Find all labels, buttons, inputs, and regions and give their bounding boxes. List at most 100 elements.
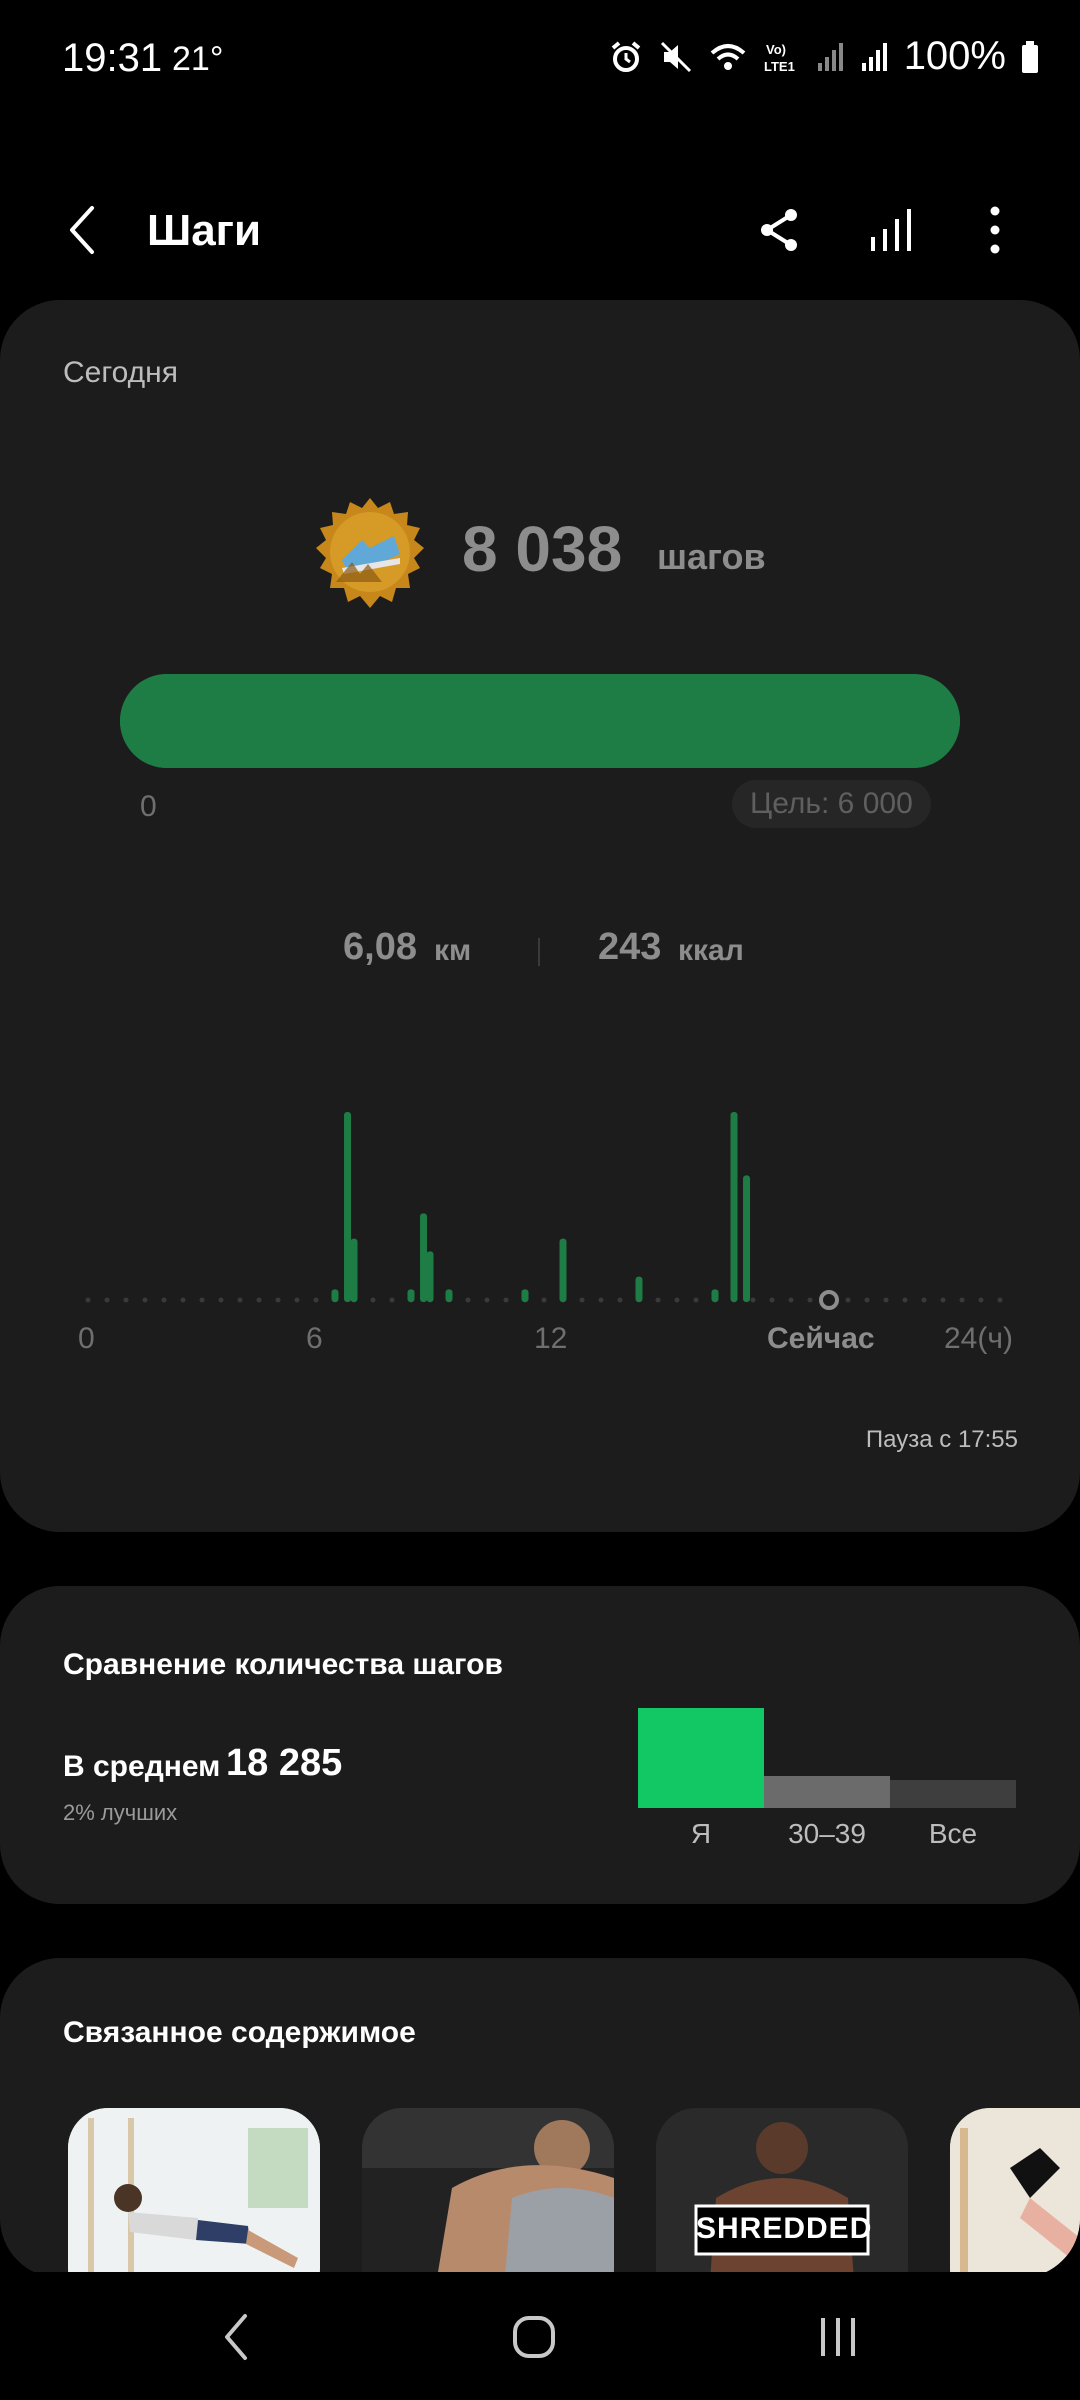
hourly-tick-label: 0 bbox=[78, 1322, 95, 1355]
mute-icon bbox=[660, 41, 691, 72]
baseline-dot bbox=[199, 1297, 205, 1303]
nav-back-icon bbox=[225, 2314, 247, 2360]
baseline-dot bbox=[237, 1297, 243, 1303]
shredded-image bbox=[656, 2108, 908, 2278]
baseline-dot bbox=[161, 1297, 167, 1303]
baseline-dot bbox=[104, 1297, 110, 1303]
hourly-steps-chart bbox=[0, 1080, 1080, 1340]
share-icon bbox=[761, 209, 797, 251]
hourly-bar bbox=[350, 1238, 358, 1302]
baseline-dot bbox=[123, 1297, 129, 1303]
baseline-dot bbox=[85, 1297, 91, 1303]
progress-start-label: 0 bbox=[140, 790, 157, 823]
nav-home-icon bbox=[513, 2316, 555, 2358]
hourly-bar bbox=[743, 1175, 751, 1302]
battery-percent: 100% bbox=[903, 34, 1006, 78]
volte-lte-icon: Vo) LTE1 bbox=[764, 42, 795, 74]
baseline-dot bbox=[180, 1297, 186, 1303]
baseline-dot bbox=[313, 1297, 319, 1303]
person-stretching-image bbox=[68, 2108, 320, 2278]
svg-text:Vo): Vo) bbox=[766, 42, 786, 57]
hourly-bar bbox=[730, 1112, 738, 1302]
baseline-dot bbox=[959, 1297, 965, 1303]
baseline-dot bbox=[541, 1297, 547, 1303]
baseline-dot bbox=[978, 1297, 984, 1303]
baseline-dot bbox=[256, 1297, 262, 1303]
calories-value: 243 bbox=[598, 926, 662, 968]
workout-thumbnail-2[interactable] bbox=[362, 2108, 614, 2278]
nav-home-button[interactable] bbox=[494, 2302, 574, 2372]
related-title: Связанное содержимое bbox=[63, 2016, 416, 2049]
steps-comparison-card[interactable]: Сравнение количества шагов В среднем 18 … bbox=[0, 1586, 1080, 1904]
baseline-dot bbox=[389, 1297, 395, 1303]
share-button[interactable] bbox=[740, 190, 820, 270]
baseline-dot bbox=[921, 1297, 927, 1303]
baseline-dot bbox=[693, 1297, 699, 1303]
signal-icon bbox=[861, 42, 887, 71]
status-time: 19:31 bbox=[62, 36, 163, 80]
baseline-dot bbox=[465, 1297, 471, 1303]
more-options-button[interactable] bbox=[955, 190, 1035, 270]
battery-icon bbox=[1022, 40, 1038, 73]
goal-label: Цель: 6 000 bbox=[732, 780, 931, 828]
hourly-bar bbox=[445, 1289, 453, 1302]
trends-button[interactable] bbox=[852, 190, 932, 270]
man-tank-top-image bbox=[362, 2108, 614, 2278]
nav-recents-icon bbox=[821, 2318, 855, 2356]
baseline-dot bbox=[997, 1297, 1003, 1303]
nav-recents-button[interactable] bbox=[798, 2302, 878, 2372]
hourly-bar bbox=[635, 1276, 643, 1302]
calories-unit: ккал bbox=[678, 934, 744, 967]
back-icon bbox=[70, 206, 94, 254]
related-content-card: Связанное содержимое SHREDDED bbox=[0, 1958, 1080, 2278]
distance-calories-row: 6,08 км 243 ккал bbox=[0, 920, 1080, 980]
hourly-bar bbox=[344, 1112, 352, 1302]
workout-thumbnail-1[interactable] bbox=[68, 2108, 320, 2278]
hourly-tick-label: 6 bbox=[306, 1322, 323, 1355]
app-header: Шаги bbox=[0, 170, 1080, 290]
hourly-bar bbox=[711, 1289, 719, 1302]
comparison-bar-label: Я bbox=[690, 1818, 712, 1849]
baseline-dot bbox=[218, 1297, 224, 1303]
person-legs-image bbox=[950, 2108, 1080, 2278]
status-temperature: 21° bbox=[172, 40, 224, 78]
nav-back-button[interactable] bbox=[196, 2302, 276, 2372]
hourly-bar bbox=[559, 1238, 567, 1302]
signal-icon bbox=[817, 42, 843, 71]
distance-value: 6,08 bbox=[343, 926, 417, 968]
baseline-dot bbox=[579, 1297, 585, 1303]
system-navigation-bar bbox=[0, 2272, 1080, 2400]
back-button[interactable] bbox=[52, 190, 112, 270]
svg-text:LTE1: LTE1 bbox=[764, 59, 795, 74]
baseline-dot bbox=[788, 1297, 794, 1303]
baseline-dot bbox=[598, 1297, 604, 1303]
baseline-dot bbox=[902, 1297, 908, 1303]
baseline-dot bbox=[845, 1297, 851, 1303]
hourly-tick-label: Сейчас bbox=[767, 1322, 875, 1355]
hourly-bar bbox=[426, 1251, 434, 1302]
steps-count: 8 038 bbox=[462, 513, 623, 585]
workout-thumbnail-3[interactable]: SHREDDED bbox=[656, 2108, 908, 2278]
top-percent: 2% лучших bbox=[63, 1800, 178, 1825]
bar-chart-icon bbox=[871, 209, 911, 251]
baseline-dot bbox=[617, 1297, 623, 1303]
workout-thumbnail-4[interactable] bbox=[950, 2108, 1080, 2278]
baseline-dot bbox=[294, 1297, 300, 1303]
metric-divider bbox=[538, 938, 540, 966]
today-steps-card[interactable]: Сегодня 8 038 шагов 0 Цель: 6 000 6,08 к… bbox=[0, 300, 1080, 1532]
wifi-icon bbox=[710, 43, 746, 70]
more-icon bbox=[990, 206, 1000, 254]
distance-unit: км bbox=[434, 934, 472, 967]
baseline-dot bbox=[275, 1297, 281, 1303]
baseline-dot bbox=[655, 1297, 661, 1303]
steps-progress-fill bbox=[120, 674, 960, 768]
comparison-bar bbox=[890, 1780, 1016, 1808]
hourly-bar bbox=[521, 1289, 529, 1302]
steps-progress-bar bbox=[120, 674, 960, 768]
baseline-dot bbox=[484, 1297, 490, 1303]
baseline-dot bbox=[769, 1297, 775, 1303]
baseline-dot bbox=[674, 1297, 680, 1303]
comparison-title: Сравнение количества шагов bbox=[63, 1648, 503, 1681]
status-bar: 19:31 21° Vo) LTE1 100% bbox=[0, 0, 1080, 120]
steps-summary: 8 038 шагов bbox=[0, 496, 1080, 616]
